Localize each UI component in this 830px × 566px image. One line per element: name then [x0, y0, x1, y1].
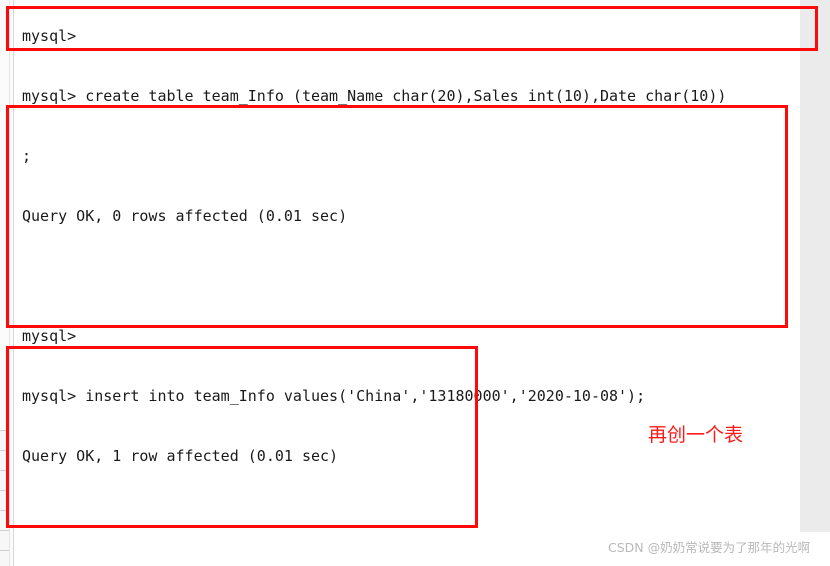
left-gutter-divider: [13, 0, 14, 566]
terminal-line: mysql>: [22, 27, 77, 45]
left-gutter-inner-rule: [9, 0, 10, 566]
terminal-screenshot: mysql> mysql> create table team_Info (te…: [0, 0, 830, 566]
terminal-line: mysql> insert into team_Info values('Chi…: [22, 387, 646, 405]
terminal-line: Query OK, 0 rows affected (0.01 sec): [22, 207, 348, 225]
left-gutter-row-lines: [0, 430, 9, 566]
terminal-line: mysql>: [22, 327, 77, 345]
csdn-watermark: CSDN @奶奶常说要为了那年的光啊: [608, 540, 811, 555]
terminal-line: Query OK, 1 row affected (0.01 sec): [22, 447, 339, 465]
annotation-note: 再创一个表: [648, 424, 744, 446]
terminal-line: ;: [22, 147, 32, 165]
terminal-line: mysql> create table team_Info (team_Name…: [22, 87, 727, 105]
terminal-output[interactable]: mysql> mysql> create table team_Info (te…: [22, 0, 812, 566]
